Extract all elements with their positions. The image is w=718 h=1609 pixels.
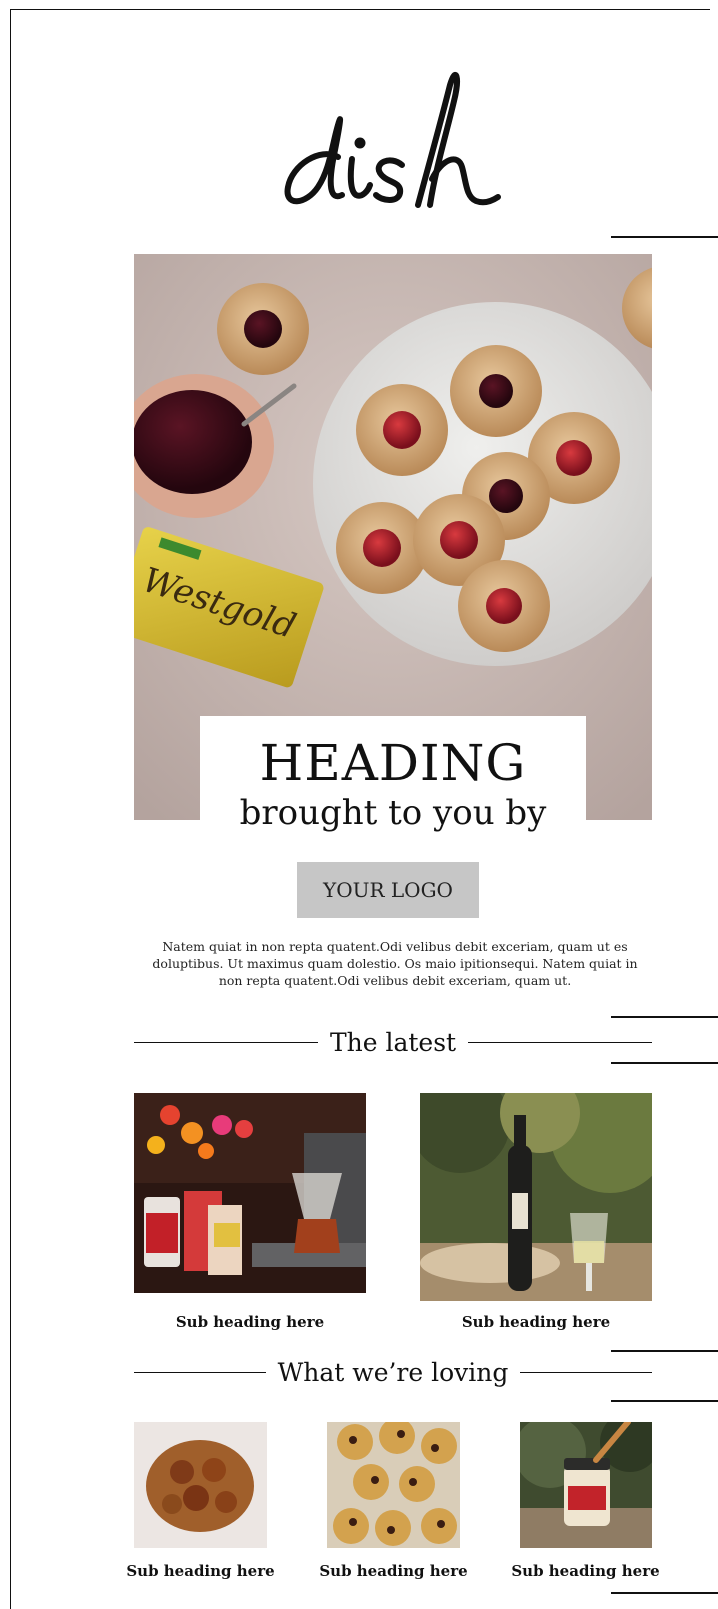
edge-rule [611,1062,718,1064]
section-title-label: The latest [329,1028,457,1057]
edge-rule [611,1592,718,1594]
latest-card-1-image[interactable] [134,1093,366,1293]
title-rule [520,1372,652,1373]
loving-card-2-image[interactable] [327,1418,460,1548]
section-title-label: What we’re loving [277,1358,509,1387]
loving-card-1-image[interactable] [134,1422,267,1548]
loving-card-3-image[interactable] [514,1412,660,1548]
title-rule [468,1042,653,1043]
intro-paragraph: Natem quiat in non repta quatent.Odi vel… [152,939,638,988]
loving-card-2-caption[interactable]: Sub heading here [311,1562,476,1580]
hero-heading: HEADING [259,734,527,792]
title-rule [134,1042,318,1043]
dish-logo[interactable] [270,55,510,225]
latest-card-1-caption[interactable]: Sub heading here [134,1313,366,1331]
loving-card-1-caption[interactable]: Sub heading here [118,1562,283,1580]
latest-card-2-caption[interactable]: Sub heading here [420,1313,652,1331]
edge-rule [611,1016,718,1018]
section-title-latest: The latest [134,1028,653,1057]
sponsor-logo-placeholder[interactable]: YOUR LOGO [297,862,479,918]
section-title-loving: What we’re loving [134,1358,652,1387]
hero-subheading: brought to you by [239,793,547,833]
loving-card-3-caption[interactable]: Sub heading here [503,1562,668,1580]
title-rule [134,1372,266,1373]
edge-rule [611,236,718,238]
edge-rule [611,1400,718,1402]
latest-card-2-image[interactable] [410,1073,670,1301]
hero-heading-box: HEADING brought to you by [200,716,586,848]
edge-rule [611,1350,718,1352]
